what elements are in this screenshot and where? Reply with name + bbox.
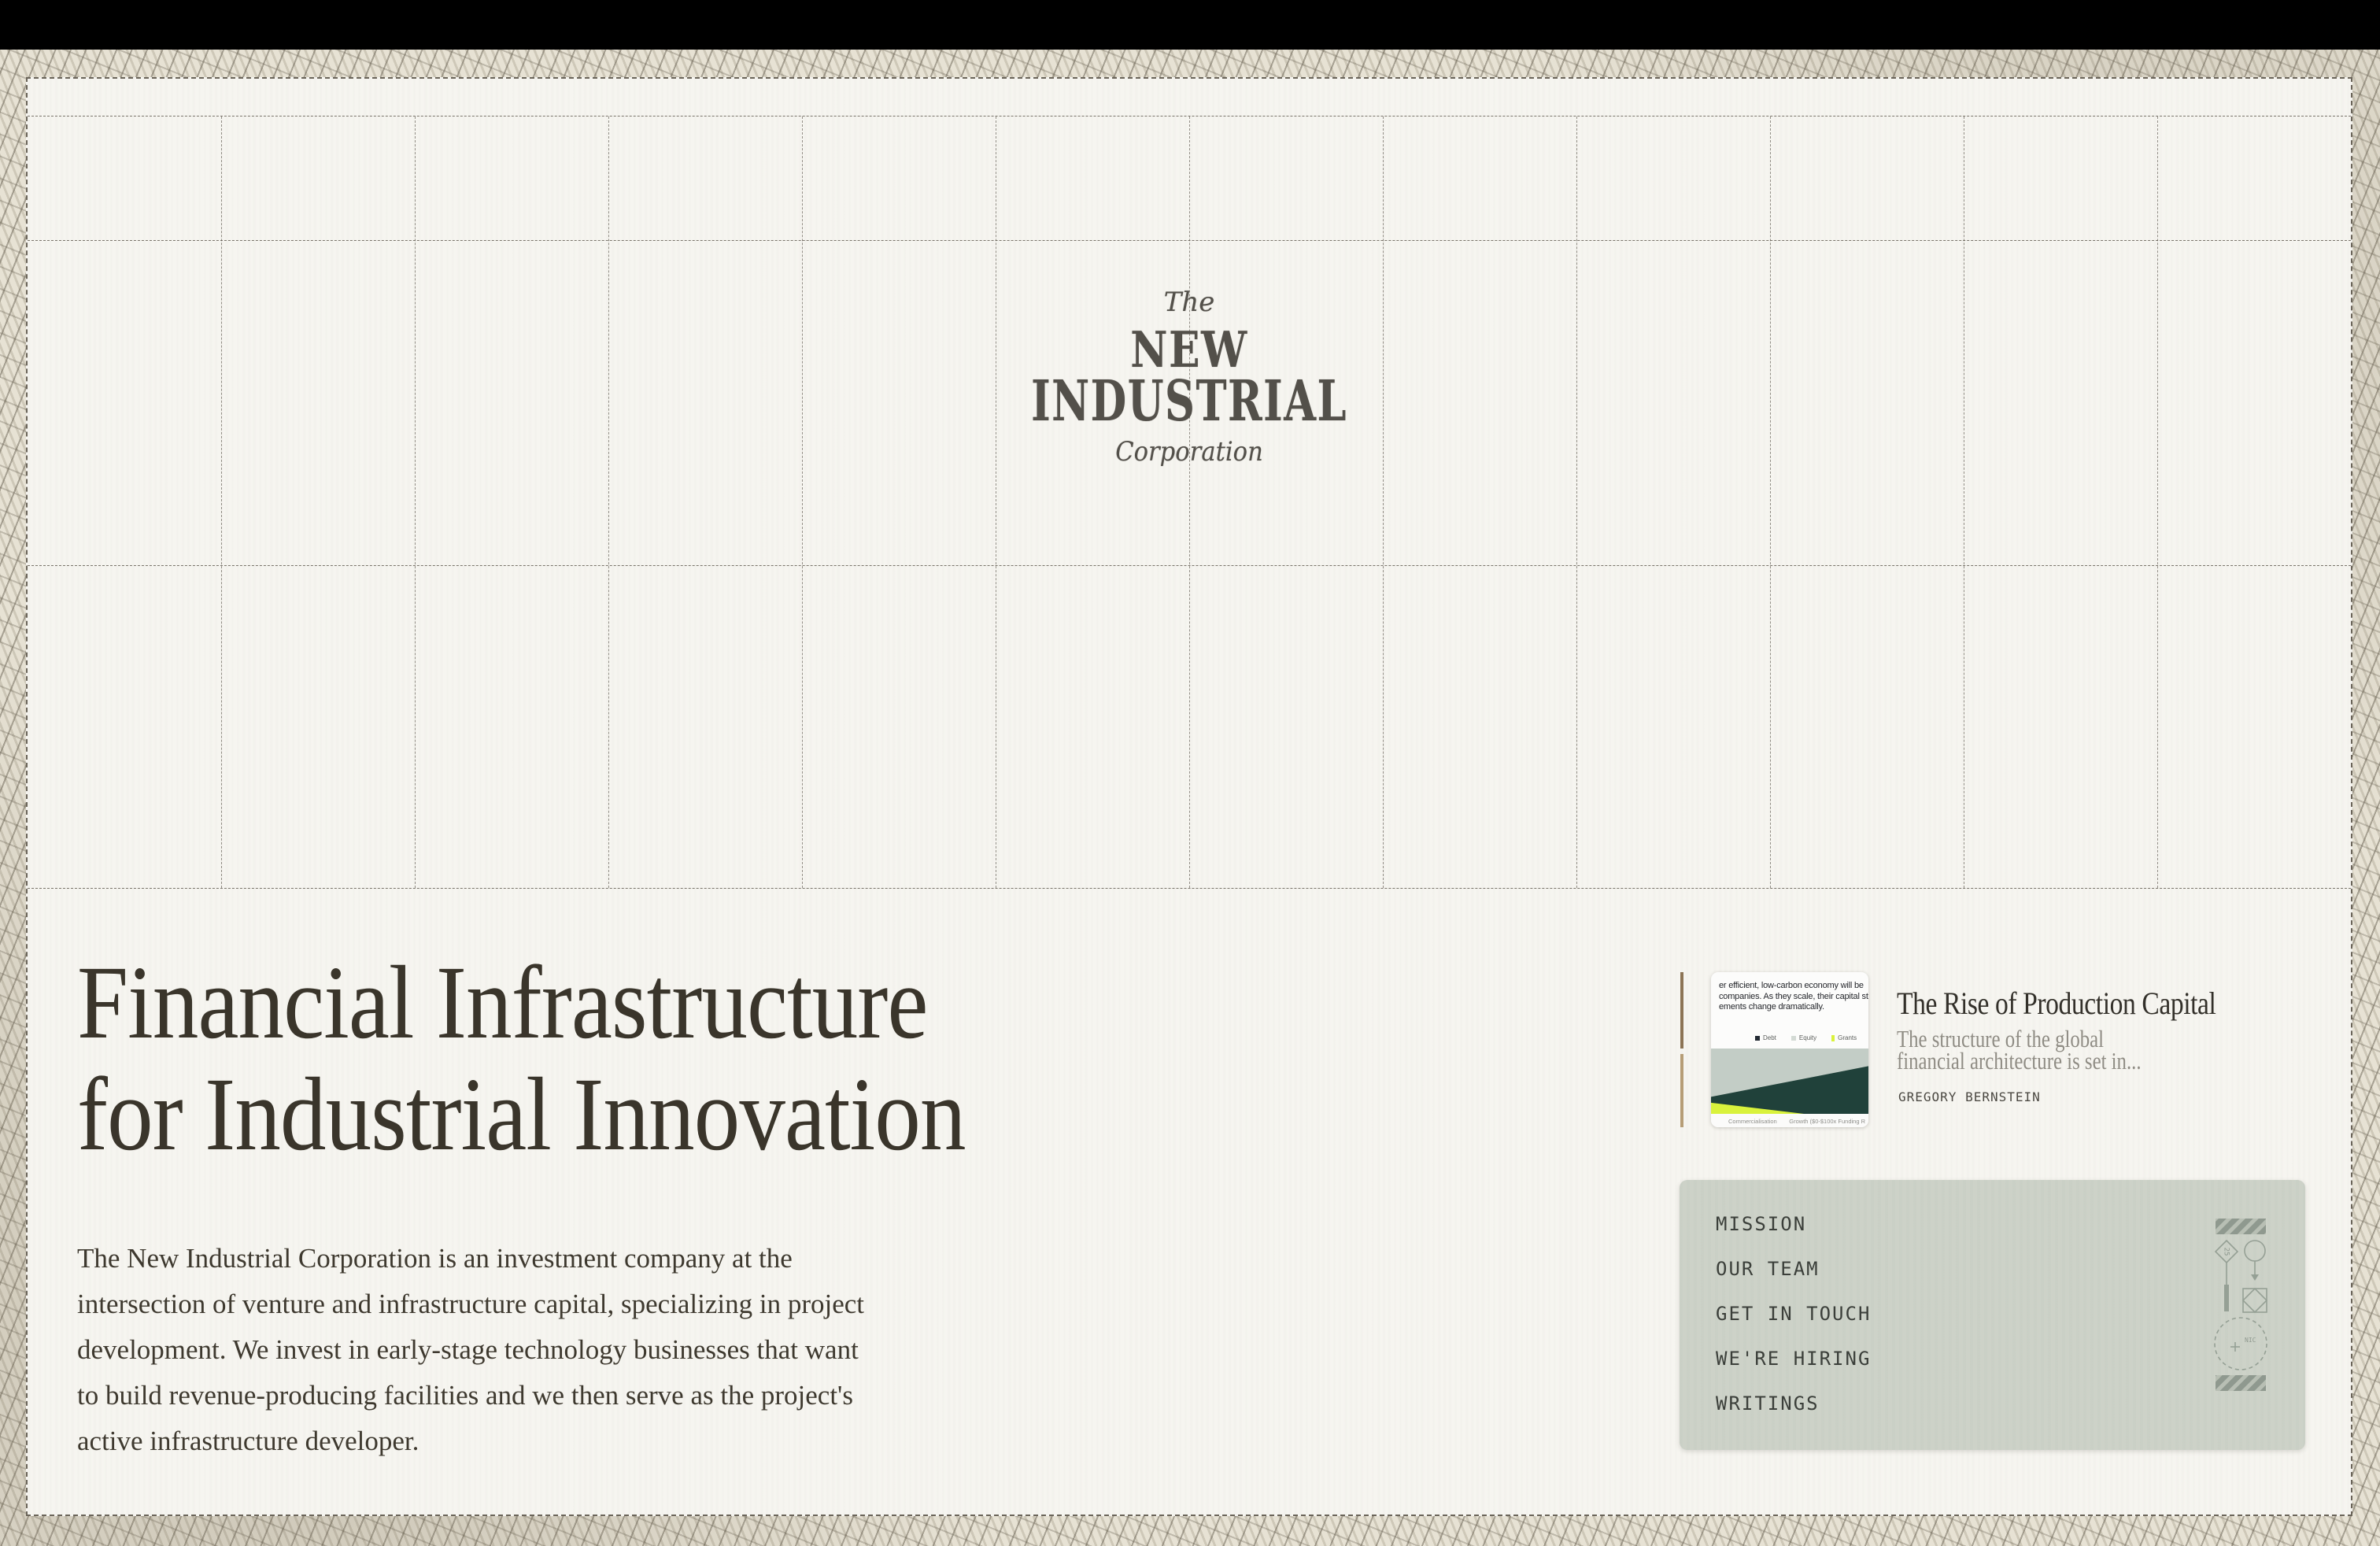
brand-line2: INDUSTRIAL [330, 378, 2049, 423]
hatched-stamp-top-icon [2216, 1219, 2266, 1234]
grid-line-vertical [221, 117, 222, 888]
article-excerpt: The structure of the global financial ar… [1897, 1028, 2142, 1072]
brand-suffix: Corporation [144, 436, 2235, 468]
circle-node-icon [2245, 1241, 2265, 1261]
article-accent-rule-top [1680, 972, 1683, 1049]
intro-line: development. We invest in early-stage te… [77, 1327, 864, 1373]
grid-line-vertical [1189, 117, 1190, 888]
legend-grants-marker-icon [1831, 1035, 1835, 1041]
grid-line-vertical [608, 117, 609, 888]
grid-line-vertical [415, 117, 416, 888]
intro-paragraph: The New Industrial Corporation is an inv… [77, 1236, 864, 1464]
page-title-line: Financial Infrastructure [77, 946, 966, 1058]
thumbnail-chart-legend: Debt Equity Grants [1755, 1034, 1857, 1041]
grid-line-vertical [1576, 117, 1577, 888]
intro-line: to build revenue-producing facilities an… [77, 1373, 864, 1418]
thumbnail-axis-labels: Commercialisation Growth ($0-$100x Fundi… [1711, 1114, 1868, 1127]
grid-line-vertical [2157, 117, 2158, 888]
nav-menu-card: MISSION OUR TEAM GET IN TOUCH WE'RE HIRI… [1680, 1180, 2305, 1450]
layout-grid [28, 116, 2351, 889]
hatched-stamp-bottom-icon [2216, 1375, 2266, 1391]
article-accent-rule-bottom [1680, 1054, 1683, 1127]
thumbnail-caption: er efficient, low-carbon economy will be… [1719, 981, 1868, 1013]
page-title-line: for Industrial Innovation [77, 1058, 966, 1170]
legend-debt-marker-icon [1755, 1036, 1760, 1041]
article-thumbnail[interactable]: er efficient, low-carbon economy will be… [1711, 972, 1868, 1127]
brand-prefix: The [28, 287, 2351, 318]
svg-text:25: 25 [2223, 1248, 2230, 1256]
grid-line-vertical [802, 117, 803, 888]
landing-page: The NEW INDUSTRIAL Corporation Financial… [0, 0, 2380, 1546]
brand-logo[interactable]: The NEW INDUSTRIAL Corporation [28, 287, 2351, 468]
thumbnail-area-chart [1711, 1049, 1868, 1114]
top-bar [0, 0, 2380, 50]
map-sheet-panel: The NEW INDUSTRIAL Corporation Financial… [26, 77, 2352, 1516]
article-author: GREGORY BERNSTEIN [1898, 1089, 2041, 1104]
page-title: Financial Infrastructure for Industrial … [77, 946, 966, 1170]
svg-text:NIC: NIC [2245, 1337, 2256, 1344]
brand-line1: NEW [237, 329, 2142, 370]
intro-line: The New Industrial Corporation is an inv… [77, 1236, 864, 1282]
intro-line: active infrastructure developer. [77, 1418, 864, 1464]
article-title-link[interactable]: The Rise of Production Capital [1897, 986, 2216, 1022]
grid-line-vertical [1383, 117, 1384, 888]
intro-line: intersection of venture and infrastructu… [77, 1282, 864, 1327]
legend-equity-marker-icon [1791, 1036, 1796, 1041]
drafting-stamps-decoration: 25 NIC [2199, 1211, 2309, 1400]
grid-line-vertical [1770, 117, 1771, 888]
square-diamond-icon [2243, 1289, 2267, 1312]
chart-dark-series [1711, 1049, 1868, 1114]
dashed-circle-nic-icon [2215, 1318, 2267, 1370]
